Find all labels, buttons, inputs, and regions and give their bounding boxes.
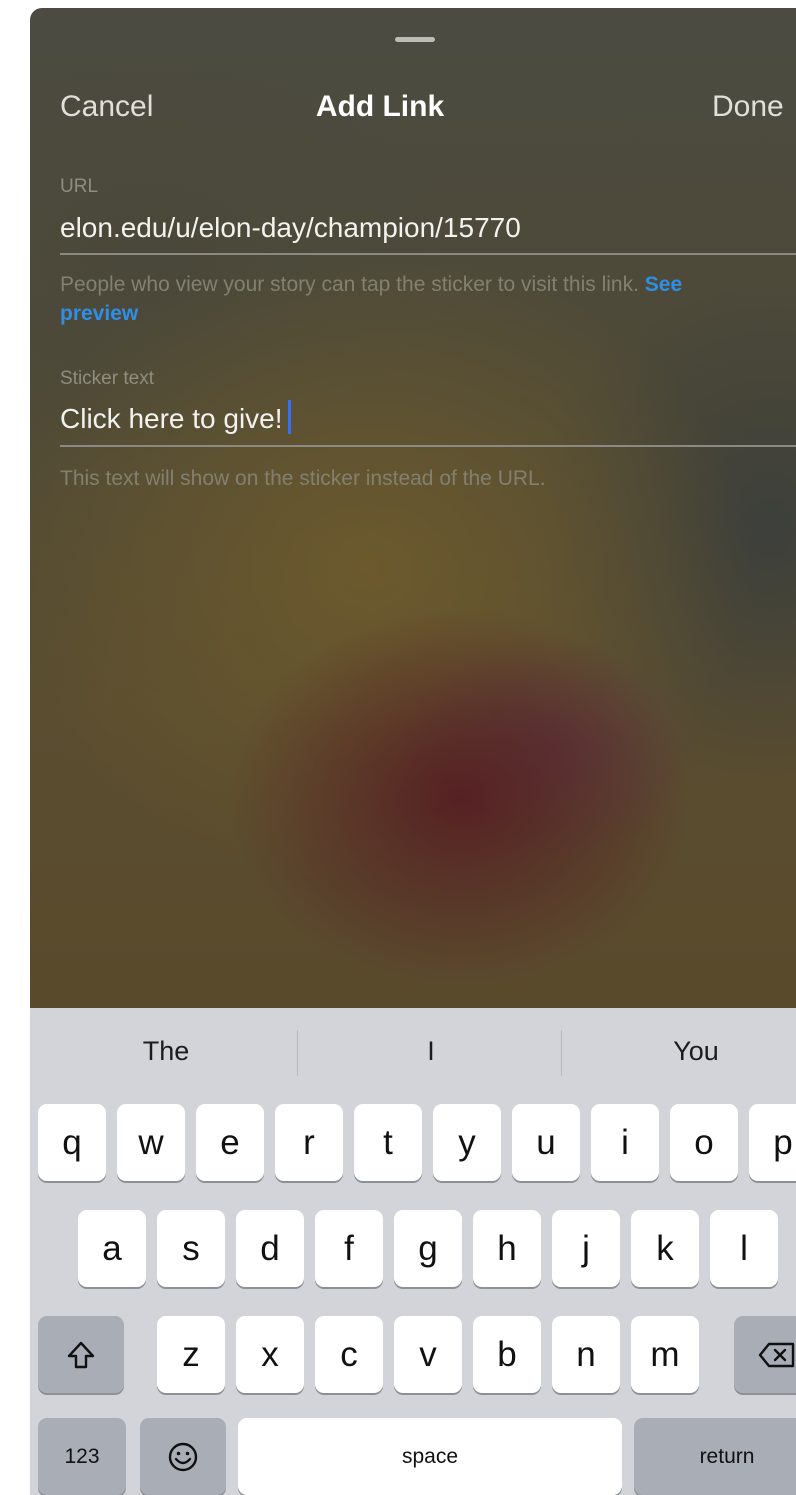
key-e[interactable]: e [196,1104,264,1181]
suggestion-1[interactable]: The [46,1036,286,1067]
url-helper: People who view your story can tap the s… [60,270,760,328]
sheet-grabber-handle[interactable] [395,37,435,42]
sticker-text-label: Sticker text [60,368,154,389]
key-u[interactable]: u [512,1104,580,1181]
key-t[interactable]: t [354,1104,422,1181]
emoji-key[interactable] [140,1418,226,1495]
key-s[interactable]: s [157,1210,225,1287]
key-d[interactable]: d [236,1210,304,1287]
key-c[interactable]: c [315,1316,383,1393]
delete-key[interactable] [734,1316,796,1393]
numbers-key[interactable]: 123 [38,1418,126,1495]
key-l[interactable]: l [710,1210,778,1287]
sticker-text-helper: This text will show on the sticker inste… [60,467,546,490]
key-o[interactable]: o [670,1104,738,1181]
key-w[interactable]: w [117,1104,185,1181]
return-key[interactable]: return [634,1418,796,1495]
suggestion-2[interactable]: I [311,1036,551,1067]
url-field-label: URL [60,176,99,197]
emoji-icon [168,1442,198,1471]
key-g[interactable]: g [394,1210,462,1287]
key-j[interactable]: j [552,1210,620,1287]
key-f[interactable]: f [315,1210,383,1287]
url-underline [60,253,796,255]
key-r[interactable]: r [275,1104,343,1181]
key-m[interactable]: m [631,1316,699,1393]
key-a[interactable]: a [78,1210,146,1287]
delete-icon [758,1342,795,1367]
shift-icon [67,1341,95,1368]
url-input[interactable]: elon.edu/u/elon-day/champion/15770 [60,212,521,244]
key-p[interactable]: p [749,1104,796,1181]
key-v[interactable]: v [394,1316,462,1393]
key-q[interactable]: q [38,1104,106,1181]
suggestion-divider [561,1030,562,1076]
sticker-text-underline [60,445,796,447]
url-helper-text: People who view your story can tap the s… [60,273,639,296]
key-n[interactable]: n [552,1316,620,1393]
key-b[interactable]: b [473,1316,541,1393]
key-z[interactable]: z [157,1316,225,1393]
suggestion-3[interactable]: You [576,1036,796,1067]
key-k[interactable]: k [631,1210,699,1287]
key-i[interactable]: i [591,1104,659,1181]
shift-key[interactable] [38,1316,124,1393]
key-x[interactable]: x [236,1316,304,1393]
space-key[interactable]: space [238,1418,622,1495]
key-y[interactable]: y [433,1104,501,1181]
done-button[interactable]: Done [712,90,784,124]
add-link-sheet: Cancel Add Link Done URL elon.edu/u/elon… [30,8,796,1008]
keyboard: The I You q w e r t y u i o p a s d f g … [30,1008,796,1495]
sheet-title: Add Link [315,90,445,123]
text-cursor [287,400,291,434]
sticker-text-value: Click here to give! [60,403,283,434]
sticker-text-input[interactable]: Click here to give! [60,400,291,435]
key-h[interactable]: h [473,1210,541,1287]
suggestion-divider [297,1030,298,1076]
